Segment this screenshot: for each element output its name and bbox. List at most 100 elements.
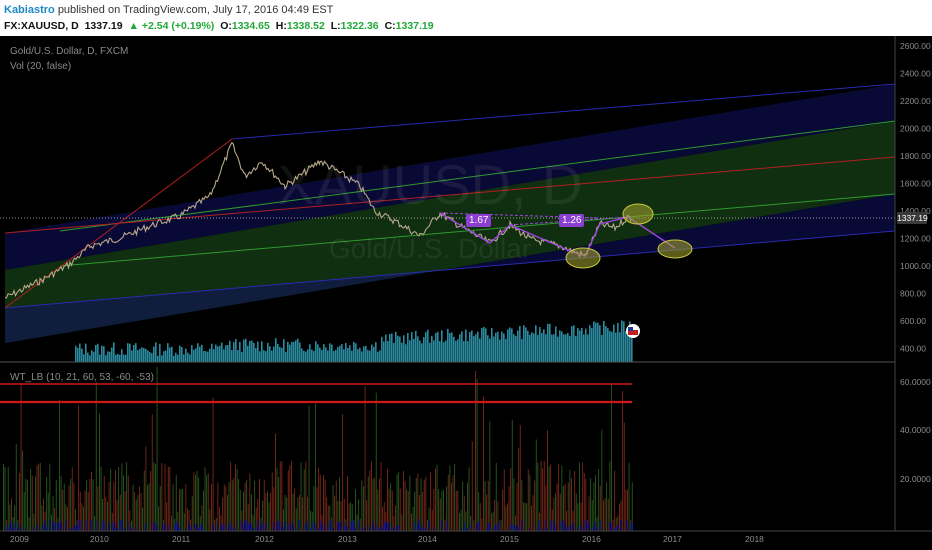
indicator-bar	[179, 527, 180, 531]
indicator-axis[interactable]: 60.0000 40.0000 20.0000	[900, 377, 931, 484]
volume-bar	[275, 338, 277, 362]
symbol-label[interactable]: FX:XAUUSD, D	[4, 20, 79, 32]
indicator-bar	[494, 525, 496, 531]
indicator-bar	[257, 519, 259, 531]
volume-bar	[109, 351, 111, 362]
indicator-bar	[391, 490, 393, 531]
volume-bar	[295, 340, 297, 362]
time-axis-tick: 2012	[255, 534, 274, 544]
volume-legend[interactable]: Vol (20, false)	[10, 61, 71, 72]
volume-bar	[583, 334, 585, 362]
indicator-bar	[587, 520, 588, 531]
indicator-bar	[611, 523, 612, 531]
main-legend[interactable]: Gold/U.S. Dollar, D, FXCM	[10, 46, 128, 57]
indicator-bar	[155, 464, 156, 531]
indicator-bar	[319, 519, 321, 531]
indicator-bar	[265, 523, 267, 531]
indicator-axis-tick: 40.0000	[900, 425, 931, 435]
volume-bar	[341, 344, 343, 362]
volume-bar	[417, 336, 419, 362]
volume-bar	[375, 342, 377, 362]
volume-bar	[569, 336, 571, 362]
time-axis[interactable]: 2009 2010 2011 2012 2013 2014 2015 2016 2017 2018	[10, 534, 764, 544]
price-axis-tick: 2400.00	[900, 69, 931, 79]
target-ellipse-2	[622, 203, 654, 225]
indicator-bar	[486, 494, 488, 531]
indicator-bar	[324, 526, 326, 531]
price-axis-tick: 400.00	[900, 344, 926, 354]
volume-bar	[123, 354, 125, 362]
volume-bar	[251, 340, 253, 362]
open-label: O:	[220, 20, 232, 32]
indicator-bar	[630, 523, 632, 531]
indicator-axis-tick: 60.0000	[900, 377, 931, 387]
indicator-bar	[95, 381, 97, 531]
indicator-bar	[20, 383, 22, 531]
time-axis-tick: 2017	[663, 534, 682, 544]
volume-bar	[505, 338, 507, 362]
volume-bar	[409, 340, 411, 362]
indicator-bar	[99, 413, 100, 531]
time-axis-tick: 2015	[500, 534, 519, 544]
indicator-bar	[278, 519, 280, 531]
volume-bar	[551, 334, 553, 362]
indicator-bar	[183, 513, 185, 531]
volume-bar	[173, 355, 175, 362]
indicator-bar	[548, 466, 550, 531]
indicator-bar	[516, 482, 518, 531]
volume-bar	[595, 322, 597, 362]
indicator-bar	[36, 524, 38, 531]
volume-bar	[259, 351, 261, 362]
volume-bar	[327, 350, 329, 362]
indicator-bar	[337, 522, 339, 531]
watermark-symbol: XAUUSD, D	[278, 153, 583, 216]
indicator-bar	[534, 480, 536, 531]
indicator-bar	[481, 518, 483, 531]
indicator-bar	[379, 478, 380, 531]
volume-bar	[201, 344, 203, 362]
volume-bar	[151, 353, 153, 362]
indicator-bar	[580, 524, 582, 531]
indicator-bar	[167, 466, 169, 531]
volume-bar	[471, 330, 473, 362]
indicator-bar	[286, 497, 288, 531]
indicator-bar	[313, 485, 315, 531]
indicator-bar	[417, 473, 419, 531]
indicator-bar	[27, 479, 28, 531]
chart-area[interactable]: XAUUSD, D Gold/U.S. Dollar 2600.00 2400.0…	[0, 36, 932, 550]
volume-bar	[257, 341, 259, 362]
indicator-bar	[403, 470, 404, 531]
price-axis[interactable]: 2600.00 2400.00 2200.00 2000.00 1800.00 1600.…	[900, 41, 931, 354]
indicator-legend[interactable]: WT_LB (10, 21, 60, 53, -60, -53)	[10, 372, 154, 383]
volume-bar	[149, 351, 151, 362]
indicator-bar	[6, 526, 8, 531]
volume-bar	[77, 347, 79, 362]
indicator-bar	[302, 497, 304, 531]
volume-bar	[199, 346, 201, 362]
indicator-bar	[535, 439, 537, 531]
volume-bar	[233, 342, 235, 362]
volume-bar	[135, 343, 137, 362]
chart-canvas[interactable]: XAUUSD, D Gold/U.S. Dollar 2600.00 2400.0…	[0, 36, 932, 550]
volume-bar	[299, 342, 301, 362]
volume-bar	[479, 338, 481, 362]
volume-bar	[483, 326, 485, 362]
indicator-bar	[425, 476, 427, 531]
indicator-bar	[11, 521, 12, 531]
indicator-bar	[51, 514, 52, 531]
indicator-bar	[164, 464, 166, 531]
volume-bar	[117, 353, 119, 362]
indicator-bar	[540, 461, 542, 531]
indicator-bar	[479, 503, 481, 531]
indicator-bar	[281, 522, 283, 531]
volume-bar	[193, 349, 195, 362]
indicator-bar	[427, 520, 428, 531]
price-axis-tick: 1000.00	[900, 261, 931, 271]
volume-bar	[355, 343, 357, 362]
volume-bar	[591, 327, 593, 362]
author-link[interactable]: Kabiastro	[4, 4, 55, 16]
indicator-bar	[628, 462, 630, 531]
volume-bar	[213, 349, 215, 362]
volume-bar	[467, 341, 469, 362]
volume-bar	[225, 345, 227, 362]
